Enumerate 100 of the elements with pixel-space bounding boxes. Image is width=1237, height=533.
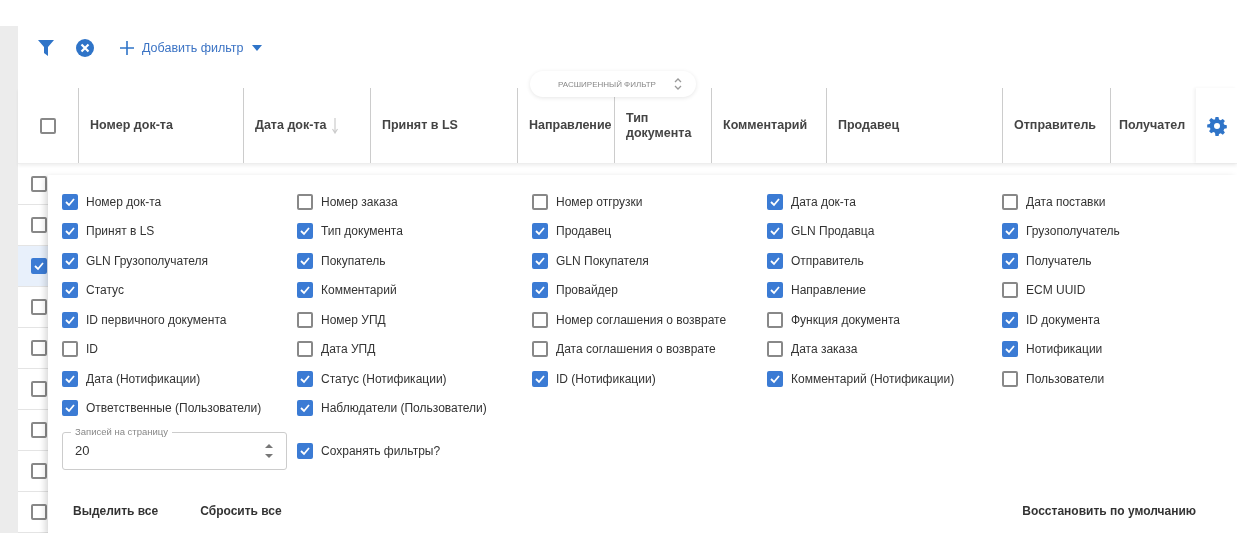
- column-option[interactable]: Дата заказа: [767, 339, 1002, 359]
- column-option[interactable]: Комментарий (Нотификации): [767, 369, 1002, 388]
- checkbox[interactable]: [532, 282, 548, 298]
- column-option[interactable]: Номер отгрузки: [532, 192, 767, 211]
- column-option[interactable]: Тип документа: [297, 221, 532, 241]
- settings-icon[interactable]: [1206, 115, 1227, 136]
- checkbox[interactable]: [1002, 341, 1018, 357]
- checkbox[interactable]: [1002, 193, 1018, 210]
- column-option[interactable]: Ответственные (Пользователи): [62, 398, 297, 418]
- column-option[interactable]: Продавец: [532, 221, 767, 241]
- column-option[interactable]: GLN Грузополучателя: [62, 251, 297, 270]
- checkbox[interactable]: [1002, 223, 1018, 239]
- column-header[interactable]: Тип документа: [626, 111, 696, 140]
- column-option[interactable]: GLN Покупателя: [532, 251, 767, 270]
- select-all-checkbox[interactable]: [40, 117, 56, 134]
- save-filters-option[interactable]: Сохранять фильтры?: [297, 441, 441, 460]
- checkbox[interactable]: [297, 252, 313, 269]
- column-option[interactable]: Покупатель: [297, 251, 532, 270]
- checkbox[interactable]: [532, 223, 548, 239]
- column-option[interactable]: Отправитель: [767, 251, 1002, 270]
- checkbox[interactable]: [767, 282, 783, 298]
- column-option[interactable]: Дата (Нотификации): [62, 369, 297, 388]
- text-button[interactable]: Восстановить по умолчанию: [1011, 497, 1207, 524]
- column-header[interactable]: Отправитель: [1014, 118, 1097, 133]
- column-option[interactable]: Принят в LS: [62, 221, 297, 241]
- checkbox[interactable]: [297, 223, 313, 239]
- column-option[interactable]: Номер соглашения о возврате: [532, 310, 767, 329]
- checkbox[interactable]: [1002, 252, 1018, 269]
- checkbox[interactable]: [297, 370, 313, 387]
- column-option[interactable]: Дата док-та: [767, 192, 1002, 211]
- column-option[interactable]: Дата УПД: [297, 339, 532, 359]
- checkbox[interactable]: [297, 400, 313, 416]
- row-checkbox[interactable]: [31, 381, 47, 397]
- checkbox[interactable]: [297, 311, 313, 328]
- checkbox[interactable]: [532, 341, 548, 357]
- checkbox[interactable]: [532, 252, 548, 269]
- column-header[interactable]: Номер док-та: [90, 118, 173, 133]
- row-checkbox[interactable]: [31, 422, 47, 438]
- checkbox[interactable]: [62, 311, 78, 328]
- advanced-filter-toggle[interactable]: РАСШИРЕННЫЙ ФИЛЬТР: [530, 71, 696, 97]
- checkbox[interactable]: [62, 370, 78, 387]
- row-checkbox[interactable]: [31, 340, 47, 356]
- checkbox[interactable]: [532, 311, 548, 328]
- checkbox[interactable]: [767, 370, 783, 387]
- add-filter-button[interactable]: Добавить фильтр: [116, 40, 266, 55]
- row-checkbox[interactable]: [31, 176, 47, 192]
- row-checkbox[interactable]: [31, 258, 47, 274]
- checkbox[interactable]: [62, 252, 78, 269]
- checkbox[interactable]: [297, 442, 313, 459]
- column-option[interactable]: Дата поставки: [1002, 192, 1237, 211]
- checkbox[interactable]: [1002, 311, 1018, 328]
- checkbox[interactable]: [297, 193, 313, 210]
- column-option[interactable]: Функция документа: [767, 310, 1002, 329]
- column-option[interactable]: Получатель: [1002, 251, 1237, 270]
- checkbox[interactable]: [297, 282, 313, 298]
- clear-filter-icon[interactable]: [76, 38, 94, 57]
- checkbox[interactable]: [767, 223, 783, 239]
- row-checkbox[interactable]: [31, 299, 47, 315]
- column-option[interactable]: Направление: [767, 280, 1002, 300]
- column-header[interactable]: Получател: [1119, 118, 1186, 133]
- checkbox[interactable]: [62, 400, 78, 416]
- checkbox[interactable]: [532, 370, 548, 387]
- checkbox[interactable]: [62, 341, 78, 357]
- column-option[interactable]: Наблюдатели (Пользователи): [297, 398, 532, 418]
- text-button[interactable]: Выделить все: [62, 497, 170, 524]
- column-option[interactable]: Номер док-та: [62, 192, 297, 211]
- column-option[interactable]: ID документа: [1002, 310, 1237, 329]
- column-option[interactable]: ID первичного документа: [62, 310, 297, 329]
- row-checkbox[interactable]: [31, 463, 47, 479]
- checkbox[interactable]: [767, 341, 783, 357]
- checkbox[interactable]: [297, 341, 313, 357]
- row-checkbox[interactable]: [31, 217, 47, 233]
- column-option[interactable]: Пользователи: [1002, 369, 1237, 388]
- column-option[interactable]: Дата соглашения о возврате: [532, 339, 767, 359]
- column-option[interactable]: ID: [62, 339, 297, 359]
- column-option[interactable]: ECM UUID: [1002, 280, 1237, 300]
- checkbox[interactable]: [767, 193, 783, 210]
- column-option[interactable]: Номер заказа: [297, 192, 532, 211]
- column-header[interactable]: Комментарий: [723, 118, 808, 133]
- checkbox[interactable]: [62, 282, 78, 298]
- checkbox[interactable]: [767, 252, 783, 269]
- column-header[interactable]: Продавец: [838, 118, 900, 133]
- column-header[interactable]: Направление: [529, 118, 612, 133]
- column-header[interactable]: Дата док-та: [255, 118, 327, 133]
- checkbox[interactable]: [1002, 370, 1018, 387]
- checkbox[interactable]: [1002, 282, 1018, 298]
- column-header[interactable]: Принят в LS: [382, 118, 458, 133]
- text-button[interactable]: Сбросить все: [189, 497, 293, 524]
- column-option[interactable]: Грузополучатель: [1002, 221, 1237, 241]
- column-option[interactable]: ID (Нотификации): [532, 369, 767, 388]
- checkbox[interactable]: [62, 223, 78, 239]
- checkbox[interactable]: [62, 193, 78, 210]
- column-option[interactable]: Статус (Нотификации): [297, 369, 532, 388]
- filter-icon[interactable]: [38, 38, 54, 57]
- column-option[interactable]: Провайдер: [532, 280, 767, 300]
- column-option[interactable]: GLN Продавца: [767, 221, 1002, 241]
- column-option[interactable]: Нотификации: [1002, 339, 1237, 359]
- column-option[interactable]: Статус: [62, 280, 297, 300]
- checkbox[interactable]: [532, 193, 548, 210]
- column-option[interactable]: Номер УПД: [297, 310, 532, 329]
